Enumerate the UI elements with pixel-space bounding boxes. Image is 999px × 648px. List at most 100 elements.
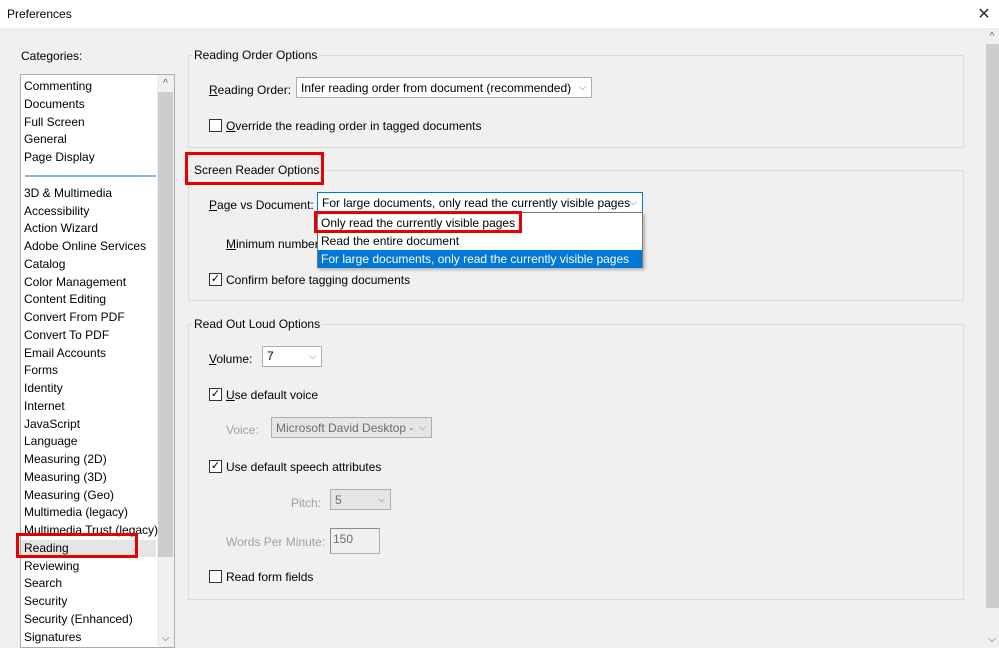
category-item[interactable]: Measuring (3D) xyxy=(24,469,107,486)
voice-value: Microsoft David Desktop - E xyxy=(276,421,416,435)
category-item[interactable]: Content Editing xyxy=(24,291,106,308)
close-icon: ✕ xyxy=(977,6,991,23)
page-vs-document-select[interactable]: For large documents, only read the curre… xyxy=(317,192,643,213)
page-vs-document-value: For large documents, only read the curre… xyxy=(322,196,631,210)
reading-order-options-title: Reading Order Options xyxy=(192,48,320,62)
chevron-down-icon: ⌵ xyxy=(309,351,316,361)
category-separator xyxy=(25,174,156,177)
category-item[interactable]: Page Display xyxy=(24,149,95,166)
category-item[interactable]: Accessibility xyxy=(24,203,89,220)
category-item[interactable]: Commenting xyxy=(24,78,92,95)
main-scroll-thumb[interactable] xyxy=(986,44,999,608)
category-item[interactable]: Security (Enhanced) xyxy=(24,611,133,628)
category-item[interactable]: Email Accounts xyxy=(24,345,106,362)
reading-order-label: Reading Order: xyxy=(209,83,292,97)
category-item[interactable]: Multimedia Trust (legacy) xyxy=(24,522,158,539)
read-form-fields-label: Read form fields xyxy=(226,570,314,584)
category-item[interactable]: Search xyxy=(24,575,62,592)
category-item[interactable]: Catalog xyxy=(24,256,65,273)
title-bar: Preferences ✕ xyxy=(0,0,999,28)
minimum-number-label-rest: inimum number xyxy=(236,237,319,251)
category-item[interactable]: Measuring (2D) xyxy=(24,451,107,468)
check-icon: ✓ xyxy=(210,460,221,472)
minimum-number-label: Minimum number xyxy=(226,237,319,251)
chevron-up-icon: ^ xyxy=(989,31,995,42)
pitch-label: Pitch: xyxy=(291,496,322,510)
reading-order-options-group xyxy=(188,55,964,148)
read-out-loud-options-title: Read Out Loud Options xyxy=(192,317,323,331)
category-item[interactable]: Measuring (Geo) xyxy=(24,487,114,504)
screen-reader-options-title: Screen Reader Options xyxy=(192,163,322,177)
page-vs-document-dropdown-list: Only read the currently visible pages Re… xyxy=(317,212,643,268)
category-item[interactable]: Documents xyxy=(24,96,85,113)
confirm-tagging-label: Confirm before tagging documents xyxy=(226,273,411,287)
chevron-down-icon: ⌵ xyxy=(161,633,170,644)
override-reading-order-label: Override the reading order in tagged doc… xyxy=(226,119,482,133)
voice-label: Voice: xyxy=(226,423,259,437)
page-vs-document-label: Page vs Document: xyxy=(209,198,314,212)
category-item[interactable]: Color Management xyxy=(24,274,126,291)
check-icon: ✓ xyxy=(210,388,221,400)
volume-label-rest: olume: xyxy=(216,352,253,366)
pitch-select[interactable]: 5 ⌵ xyxy=(330,489,391,510)
category-item[interactable]: Multimedia (legacy) xyxy=(24,504,128,521)
category-item[interactable]: Security xyxy=(24,593,67,610)
page-vs-document-label-rest: age vs Document: xyxy=(217,198,314,212)
category-item[interactable]: 3D & Multimedia xyxy=(24,185,112,202)
categories-list[interactable]: ^ ⌵ Commenting Documents Full Screen Genera… xyxy=(20,74,175,648)
wpm-label: Words Per Minute: xyxy=(226,535,326,549)
chevron-down-icon: ⌵ xyxy=(378,494,385,504)
category-item[interactable]: Forms xyxy=(24,362,58,379)
pitch-value: 5 xyxy=(335,493,342,507)
wpm-field[interactable]: 150 xyxy=(330,528,380,554)
chevron-down-icon: ⌵ xyxy=(988,634,996,645)
dropdown-option[interactable]: Read the entire document xyxy=(318,232,642,250)
main-scroll-up-icon[interactable]: ^ xyxy=(985,28,999,45)
chevron-down-icon: ⌵ xyxy=(579,82,586,92)
override-reading-order-checkbox[interactable] xyxy=(209,119,222,132)
category-item[interactable]: Full Screen xyxy=(24,114,85,131)
chevron-down-icon: ⌵ xyxy=(630,197,637,207)
voice-select[interactable]: Microsoft David Desktop - E ⌵ xyxy=(271,417,432,438)
category-item[interactable]: Language xyxy=(24,433,77,450)
check-icon: ✓ xyxy=(210,273,221,285)
chevron-down-icon: ⌵ xyxy=(419,422,426,432)
override-label-rest: verride the reading order in tagged docu… xyxy=(235,119,482,133)
close-button[interactable]: ✕ xyxy=(969,0,999,28)
category-item[interactable]: Convert To PDF xyxy=(24,327,109,344)
read-form-fields-checkbox[interactable] xyxy=(209,570,222,583)
category-item[interactable]: General xyxy=(24,131,67,148)
use-default-voice-checkbox[interactable]: ✓ xyxy=(209,388,222,401)
wpm-value: 150 xyxy=(333,532,354,546)
categories-label: Categories: xyxy=(21,49,83,63)
main-scrollbar[interactable]: ^ ⌵ xyxy=(985,28,999,648)
scroll-up-arrow-icon[interactable]: ^ xyxy=(157,75,174,92)
category-item[interactable]: Reading xyxy=(21,539,156,557)
categories-scrollbar[interactable]: ^ ⌵ xyxy=(157,75,174,647)
scroll-down-arrow-icon[interactable]: ⌵ xyxy=(157,630,174,647)
reading-order-label-rest: eading Order: xyxy=(217,83,292,97)
main-scroll-down-icon[interactable]: ⌵ xyxy=(985,631,999,648)
reading-order-select[interactable]: Infer reading order from document (recom… xyxy=(296,77,592,98)
window-title: Preferences xyxy=(7,7,72,21)
volume-value: 7 xyxy=(267,349,274,363)
reading-order-value: Infer reading order from document (recom… xyxy=(301,81,572,95)
category-item[interactable]: Internet xyxy=(24,398,65,415)
chevron-up-icon: ^ xyxy=(163,78,168,89)
category-item[interactable]: Reviewing xyxy=(24,558,79,575)
use-default-voice-label-rest: se default voice xyxy=(234,388,319,402)
category-item[interactable]: Identity xyxy=(24,380,63,397)
category-item[interactable]: Signatures xyxy=(24,629,81,646)
dropdown-option[interactable]: Only read the currently visible pages xyxy=(318,214,642,232)
category-item[interactable]: JavaScript xyxy=(24,416,80,433)
use-default-speech-checkbox[interactable]: ✓ xyxy=(209,460,222,473)
confirm-tagging-checkbox[interactable]: ✓ xyxy=(209,273,222,286)
use-default-speech-label: Use default speech attributes xyxy=(226,460,382,474)
dropdown-option-highlighted[interactable]: For large documents, only read the curre… xyxy=(318,250,642,268)
category-item[interactable]: Action Wizard xyxy=(24,220,98,237)
category-item[interactable]: Adobe Online Services xyxy=(24,238,146,255)
category-item[interactable]: Convert From PDF xyxy=(24,309,125,326)
volume-label: Volume: xyxy=(209,352,253,366)
volume-select[interactable]: 7 ⌵ xyxy=(262,346,322,367)
categories-scroll-thumb[interactable] xyxy=(158,92,173,557)
